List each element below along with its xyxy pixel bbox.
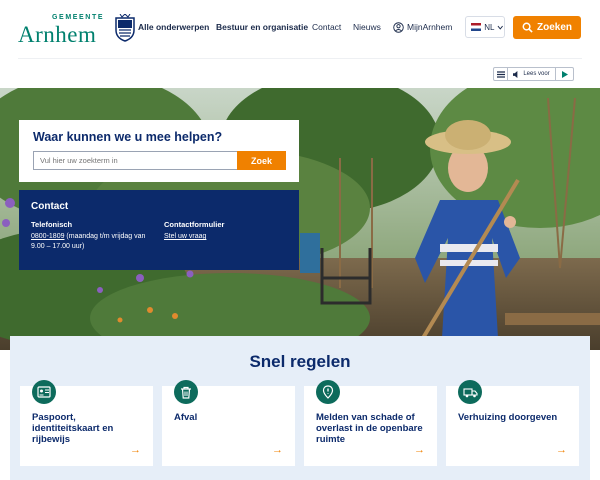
card-paspoort[interactable]: Paspoort, identiteitskaart en rijbewijs …: [20, 380, 153, 466]
contact-form-label: Contactformulier: [164, 220, 225, 229]
moving-truck-icon: [458, 380, 482, 404]
language-label: NL: [484, 22, 495, 32]
search-panel-title: Waar kunnen we u mee helpen?: [33, 130, 223, 144]
readspeaker-menu-button[interactable]: [494, 68, 508, 80]
play-icon: [561, 70, 568, 78]
chevron-down-icon: [498, 25, 504, 30]
snel-regelen-title: Snel regelen: [249, 352, 351, 371]
search-submit-button[interactable]: Zoek: [237, 151, 286, 170]
nav-alle-onderwerpen[interactable]: Alle onderwerpen: [138, 22, 209, 32]
menu-icon: [496, 70, 505, 78]
nav-bestuur-en-organisatie[interactable]: Bestuur en organisatie: [216, 22, 308, 32]
language-selector[interactable]: NL: [465, 16, 505, 38]
dutch-flag-icon: [471, 23, 482, 31]
crest-icon: [115, 14, 135, 42]
nav-nieuws[interactable]: Nieuws: [353, 22, 381, 32]
phone-number-link[interactable]: 0800-1809: [31, 233, 64, 240]
card-verhuizing[interactable]: Verhuizing doorgeven →: [446, 380, 579, 466]
search-icon: [522, 22, 533, 33]
contact-title: Contact: [31, 201, 69, 212]
card-afval-title: Afval: [174, 412, 198, 423]
gemeente-arnhem-logo[interactable]: GEMEENTE Arnhem: [18, 12, 135, 47]
contact-panel: Contact Telefonisch 0800-1809 (maandag t…: [19, 190, 299, 270]
arrow-right-icon: →: [414, 444, 425, 456]
card-verhuizing-title: Verhuizing doorgeven: [458, 412, 558, 423]
site-header: GEMEENTE Arnhem Alle onderwerpen Bestuur…: [0, 0, 600, 56]
card-melden-title: Melden van schade of overlast in de open…: [316, 412, 423, 445]
card-afval[interactable]: Afval →: [162, 380, 295, 466]
id-card-icon: [32, 380, 56, 404]
nav-contact[interactable]: Contact: [312, 22, 341, 32]
speaker-icon: [513, 70, 518, 78]
logo-gemeente-text: GEMEENTE: [52, 14, 105, 21]
header-divider: [18, 58, 582, 59]
readspeaker-bar[interactable]: Lees voor: [493, 67, 574, 81]
mijn-arnhem-label: MijnArnhem: [407, 22, 453, 32]
readspeaker-play-button[interactable]: [556, 68, 573, 80]
arrow-right-icon: →: [556, 444, 567, 456]
header-search-button[interactable]: Zoeken: [513, 16, 581, 39]
logo-arnhem-text: Arnhem: [18, 22, 97, 47]
phone-details: 0800-1809 (maandag t/m vrijdag van 9.00 …: [31, 232, 161, 252]
trash-icon: [174, 380, 198, 404]
card-paspoort-title: Paspoort, identiteitskaart en rijbewijs: [32, 412, 114, 445]
search-panel: Waar kunnen we u mee helpen? Zoek: [19, 120, 299, 182]
contact-form-link[interactable]: Stel uw vraag: [164, 232, 206, 242]
arrow-right-icon: →: [130, 444, 141, 456]
phone-label: Telefonisch: [31, 220, 73, 229]
lees-voor-label: Lees voor: [523, 71, 550, 77]
card-melden[interactable]: Melden van schade of overlast in de open…: [304, 380, 437, 466]
search-input[interactable]: [33, 151, 237, 170]
header-search-label: Zoeken: [536, 22, 572, 33]
phone-hours-2: 9.00 – 17.00 uur): [31, 243, 85, 250]
report-location-icon: [316, 380, 340, 404]
mijn-arnhem-link[interactable]: MijnArnhem: [393, 20, 452, 34]
arrow-right-icon: →: [272, 444, 283, 456]
readspeaker-play-label[interactable]: Lees voor: [508, 68, 556, 80]
user-icon: [393, 21, 404, 33]
phone-hours-1: (maandag t/m vrijdag van: [64, 233, 146, 240]
